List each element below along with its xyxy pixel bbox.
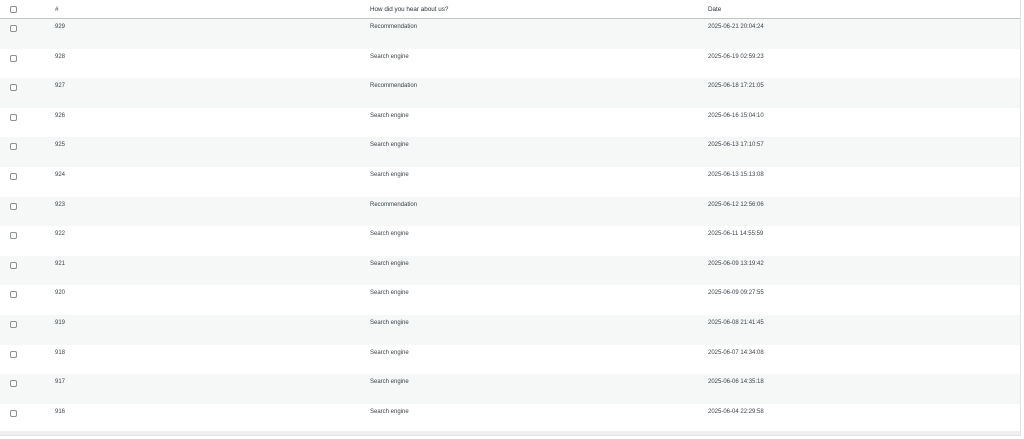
entry-date: 2025-06-08 21:41:45 bbox=[708, 319, 764, 326]
horizontal-scrollbar[interactable] bbox=[0, 431, 1020, 435]
row-checkbox[interactable] bbox=[10, 84, 17, 92]
entries-table: # How did you hear about us? Date 929 Re… bbox=[0, 0, 1021, 436]
entry-date: 2025-06-09 13:19:42 bbox=[708, 260, 764, 267]
row-checkbox[interactable] bbox=[10, 54, 17, 62]
row-checkbox[interactable] bbox=[10, 291, 17, 299]
entry-id: 922 bbox=[55, 231, 66, 238]
row-checkbox[interactable] bbox=[10, 113, 17, 121]
table-header: # How did you hear about us? Date bbox=[0, 0, 1020, 19]
table-row[interactable]: 927 Recommendation 2025-06-18 17:21:05 bbox=[0, 78, 1020, 108]
table-row[interactable]: 922 Search engine 2025-06-11 14:55:59 bbox=[0, 226, 1020, 256]
row-checkbox[interactable] bbox=[10, 320, 17, 328]
entry-date: 2025-06-18 17:21:05 bbox=[708, 83, 764, 90]
entry-id: 923 bbox=[55, 201, 66, 208]
entry-date: 2025-06-07 14:34:08 bbox=[708, 349, 764, 356]
entry-source: Search engine bbox=[370, 112, 409, 119]
entry-source: Recommendation bbox=[370, 83, 418, 90]
entry-source: Search engine bbox=[370, 260, 409, 267]
entry-date: 2025-06-13 15:13:08 bbox=[708, 171, 764, 178]
entry-date: 2025-06-19 02:59:23 bbox=[708, 53, 764, 60]
entry-source: Search engine bbox=[370, 290, 409, 297]
table-row[interactable]: 923 Recommendation 2025-06-12 12:56:06 bbox=[0, 196, 1020, 227]
entry-id: 926 bbox=[55, 112, 66, 119]
row-checkbox[interactable] bbox=[10, 232, 17, 240]
table-row[interactable]: 924 Search engine 2025-06-13 15:13:08 bbox=[0, 167, 1020, 197]
entry-date: 2025-06-21 20:04:24 bbox=[708, 24, 764, 30]
entry-date: 2025-06-06 14:35:18 bbox=[708, 379, 764, 386]
entry-id: 927 bbox=[55, 83, 66, 90]
table-row[interactable]: 929 Recommendation 2025-06-21 20:04:24 bbox=[0, 19, 1020, 49]
table-row[interactable]: 920 Search engine 2025-06-09 09:27:55 bbox=[0, 285, 1020, 315]
entry-id: 917 bbox=[55, 379, 66, 386]
row-checkbox[interactable] bbox=[10, 25, 17, 32]
entry-id: 918 bbox=[55, 349, 66, 356]
table-row[interactable]: 925 Search engine 2025-06-13 17:10:57 bbox=[0, 137, 1020, 167]
row-checkbox[interactable] bbox=[10, 350, 17, 358]
entry-source: Search engine bbox=[370, 142, 409, 149]
entry-id: 921 bbox=[55, 260, 66, 267]
entry-source: Search engine bbox=[370, 408, 409, 415]
entry-date: 2025-06-16 15:04:10 bbox=[708, 112, 764, 119]
table-row[interactable]: 918 Search engine 2025-06-07 14:34:08 bbox=[0, 345, 1020, 375]
entry-source: Recommendation bbox=[370, 24, 418, 30]
row-checkbox[interactable] bbox=[10, 172, 17, 180]
row-checkbox[interactable] bbox=[10, 261, 17, 269]
table-row[interactable]: 928 Search engine 2025-06-19 02:59:23 bbox=[0, 49, 1020, 79]
row-checkbox[interactable] bbox=[10, 143, 17, 151]
table-row[interactable]: 921 Search engine 2025-06-09 13:19:42 bbox=[0, 255, 1020, 286]
entry-source: Search engine bbox=[370, 53, 409, 60]
entry-id: 929 bbox=[55, 24, 66, 30]
select-all-checkbox[interactable] bbox=[10, 6, 17, 13]
entry-date: 2025-06-09 09:27:55 bbox=[708, 290, 764, 297]
entry-id: 919 bbox=[55, 319, 66, 326]
row-checkbox[interactable] bbox=[10, 380, 17, 388]
entry-date: 2025-06-13 17:10:57 bbox=[708, 142, 764, 149]
row-checkbox[interactable] bbox=[10, 409, 17, 417]
entry-source: Search engine bbox=[370, 171, 409, 178]
table-row[interactable]: 917 Search engine 2025-06-06 14:35:18 bbox=[0, 374, 1020, 404]
table-row[interactable]: 926 Search engine 2025-06-16 15:04:10 bbox=[0, 108, 1020, 138]
entry-id: 925 bbox=[55, 142, 66, 149]
column-header-date[interactable]: Date bbox=[708, 5, 721, 14]
entry-source: Search engine bbox=[370, 349, 409, 356]
entry-date: 2025-06-04 22:29:58 bbox=[708, 408, 764, 415]
entry-date: 2025-06-12 12:56:06 bbox=[708, 201, 764, 208]
table-row[interactable]: 916 Search engine 2025-06-04 22:29:58 bbox=[0, 404, 1020, 434]
entry-id: 916 bbox=[55, 408, 66, 415]
table-row[interactable]: 919 Search engine 2025-06-08 21:41:45 bbox=[0, 314, 1020, 345]
column-header-source[interactable]: How did you hear about us? bbox=[370, 5, 448, 14]
entry-source: Search engine bbox=[370, 319, 409, 326]
entry-id: 928 bbox=[55, 53, 66, 60]
column-header-id[interactable]: # bbox=[55, 5, 59, 14]
row-checkbox[interactable] bbox=[10, 202, 17, 210]
entry-id: 924 bbox=[55, 171, 66, 178]
entry-source: Recommendation bbox=[370, 201, 418, 208]
entry-source: Search engine bbox=[370, 379, 409, 386]
entry-id: 920 bbox=[55, 290, 66, 297]
entry-date: 2025-06-11 14:55:59 bbox=[708, 231, 764, 238]
entry-source: Search engine bbox=[370, 231, 409, 238]
